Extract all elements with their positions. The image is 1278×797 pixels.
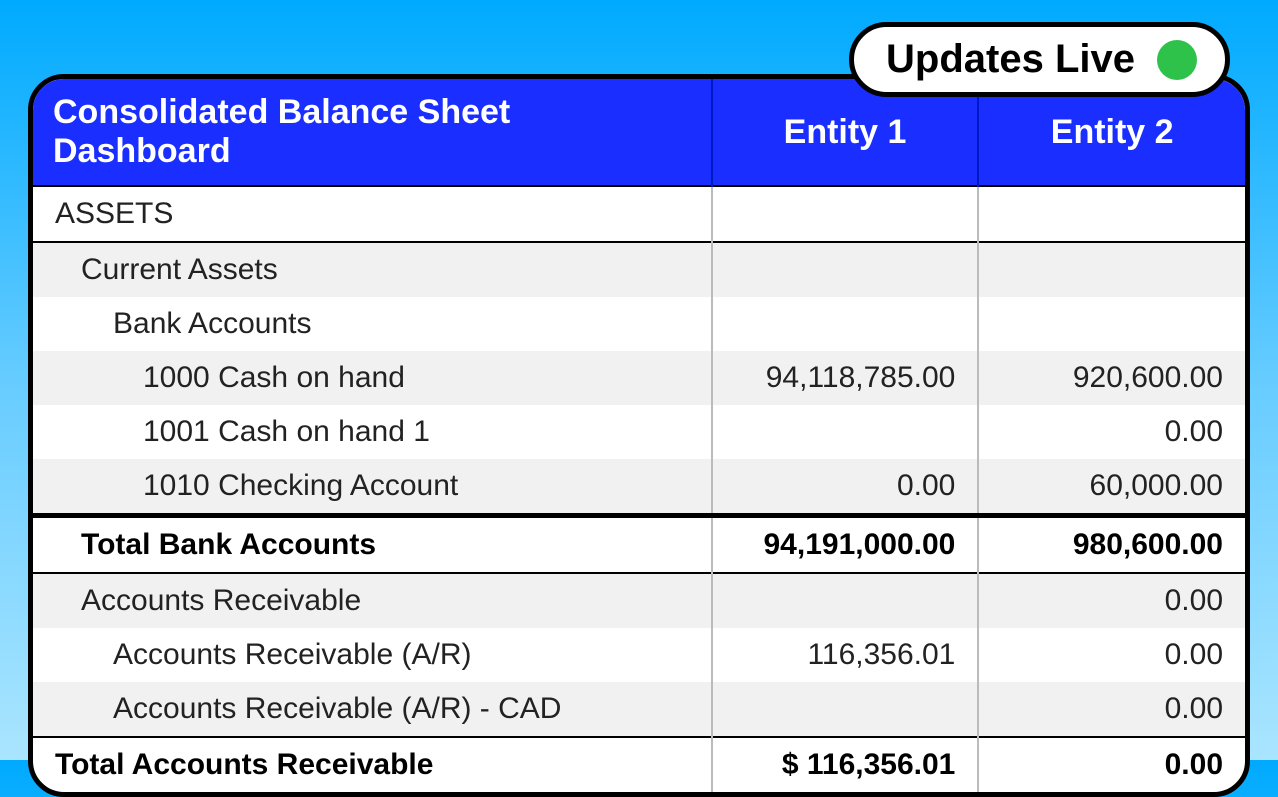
row-entity-1: 116,356.01 <box>712 628 979 682</box>
status-dot-icon <box>1157 40 1197 80</box>
row-label: Total Accounts Receivable <box>33 737 712 792</box>
row-entity-1 <box>712 682 979 737</box>
table-row: 1001 Cash on hand 1 0.00 <box>33 405 1245 459</box>
row-entity-1: 94,118,785.00 <box>712 351 979 405</box>
row-entity-1 <box>712 242 979 297</box>
header-title: Consolidated Balance Sheet Dashboard <box>33 79 712 186</box>
table-row: Accounts Receivable 0.00 <box>33 573 1245 628</box>
row-entity-2: 60,000.00 <box>978 459 1245 516</box>
table-row: Accounts Receivable (A/R) - CAD 0.00 <box>33 682 1245 737</box>
status-label: Updates Live <box>886 37 1135 82</box>
row-entity-2: 0.00 <box>978 737 1245 792</box>
row-label: Accounts Receivable (A/R) <box>33 628 712 682</box>
row-label: 1000 Cash on hand <box>33 351 712 405</box>
row-label: Total Bank Accounts <box>33 516 712 574</box>
table-row: Accounts Receivable (A/R)116,356.010.00 <box>33 628 1245 682</box>
status-badge: Updates Live <box>849 22 1230 97</box>
table-row: 1010 Checking Account0.0060,000.00 <box>33 459 1245 516</box>
row-label: Accounts Receivable (A/R) - CAD <box>33 682 712 737</box>
row-entity-2: 0.00 <box>978 405 1245 459</box>
row-entity-1 <box>712 186 979 242</box>
row-entity-1 <box>712 573 979 628</box>
row-entity-1 <box>712 297 979 351</box>
row-entity-2 <box>978 242 1245 297</box>
row-entity-1 <box>712 405 979 459</box>
row-entity-1: 94,191,000.00 <box>712 516 979 574</box>
row-label: ASSETS <box>33 186 712 242</box>
balance-sheet-card: Consolidated Balance Sheet Dashboard Ent… <box>28 74 1250 797</box>
row-label: 1010 Checking Account <box>33 459 712 516</box>
table-row: Total Accounts Receivable$ 116,356.010.0… <box>33 737 1245 792</box>
row-entity-1: $ 116,356.01 <box>712 737 979 792</box>
table-row: Total Bank Accounts94,191,000.00980,600.… <box>33 516 1245 574</box>
row-entity-2: 0.00 <box>978 628 1245 682</box>
row-entity-2: 0.00 <box>978 573 1245 628</box>
row-entity-2 <box>978 297 1245 351</box>
row-entity-2: 980,600.00 <box>978 516 1245 574</box>
row-entity-2: 0.00 <box>978 682 1245 737</box>
table-row: 1000 Cash on hand94,118,785.00920,600.00 <box>33 351 1245 405</box>
row-entity-1: 0.00 <box>712 459 979 516</box>
row-entity-2: 920,600.00 <box>978 351 1245 405</box>
row-label: 1001 Cash on hand 1 <box>33 405 712 459</box>
row-entity-2 <box>978 186 1245 242</box>
table-row: ASSETS <box>33 186 1245 242</box>
table-row: Current Assets <box>33 242 1245 297</box>
table-body: ASSETSCurrent AssetsBank Accounts1000 Ca… <box>33 186 1245 792</box>
balance-sheet-table: Consolidated Balance Sheet Dashboard Ent… <box>33 79 1245 792</box>
row-label: Bank Accounts <box>33 297 712 351</box>
row-label: Current Assets <box>33 242 712 297</box>
table-row: Bank Accounts <box>33 297 1245 351</box>
row-label: Accounts Receivable <box>33 573 712 628</box>
